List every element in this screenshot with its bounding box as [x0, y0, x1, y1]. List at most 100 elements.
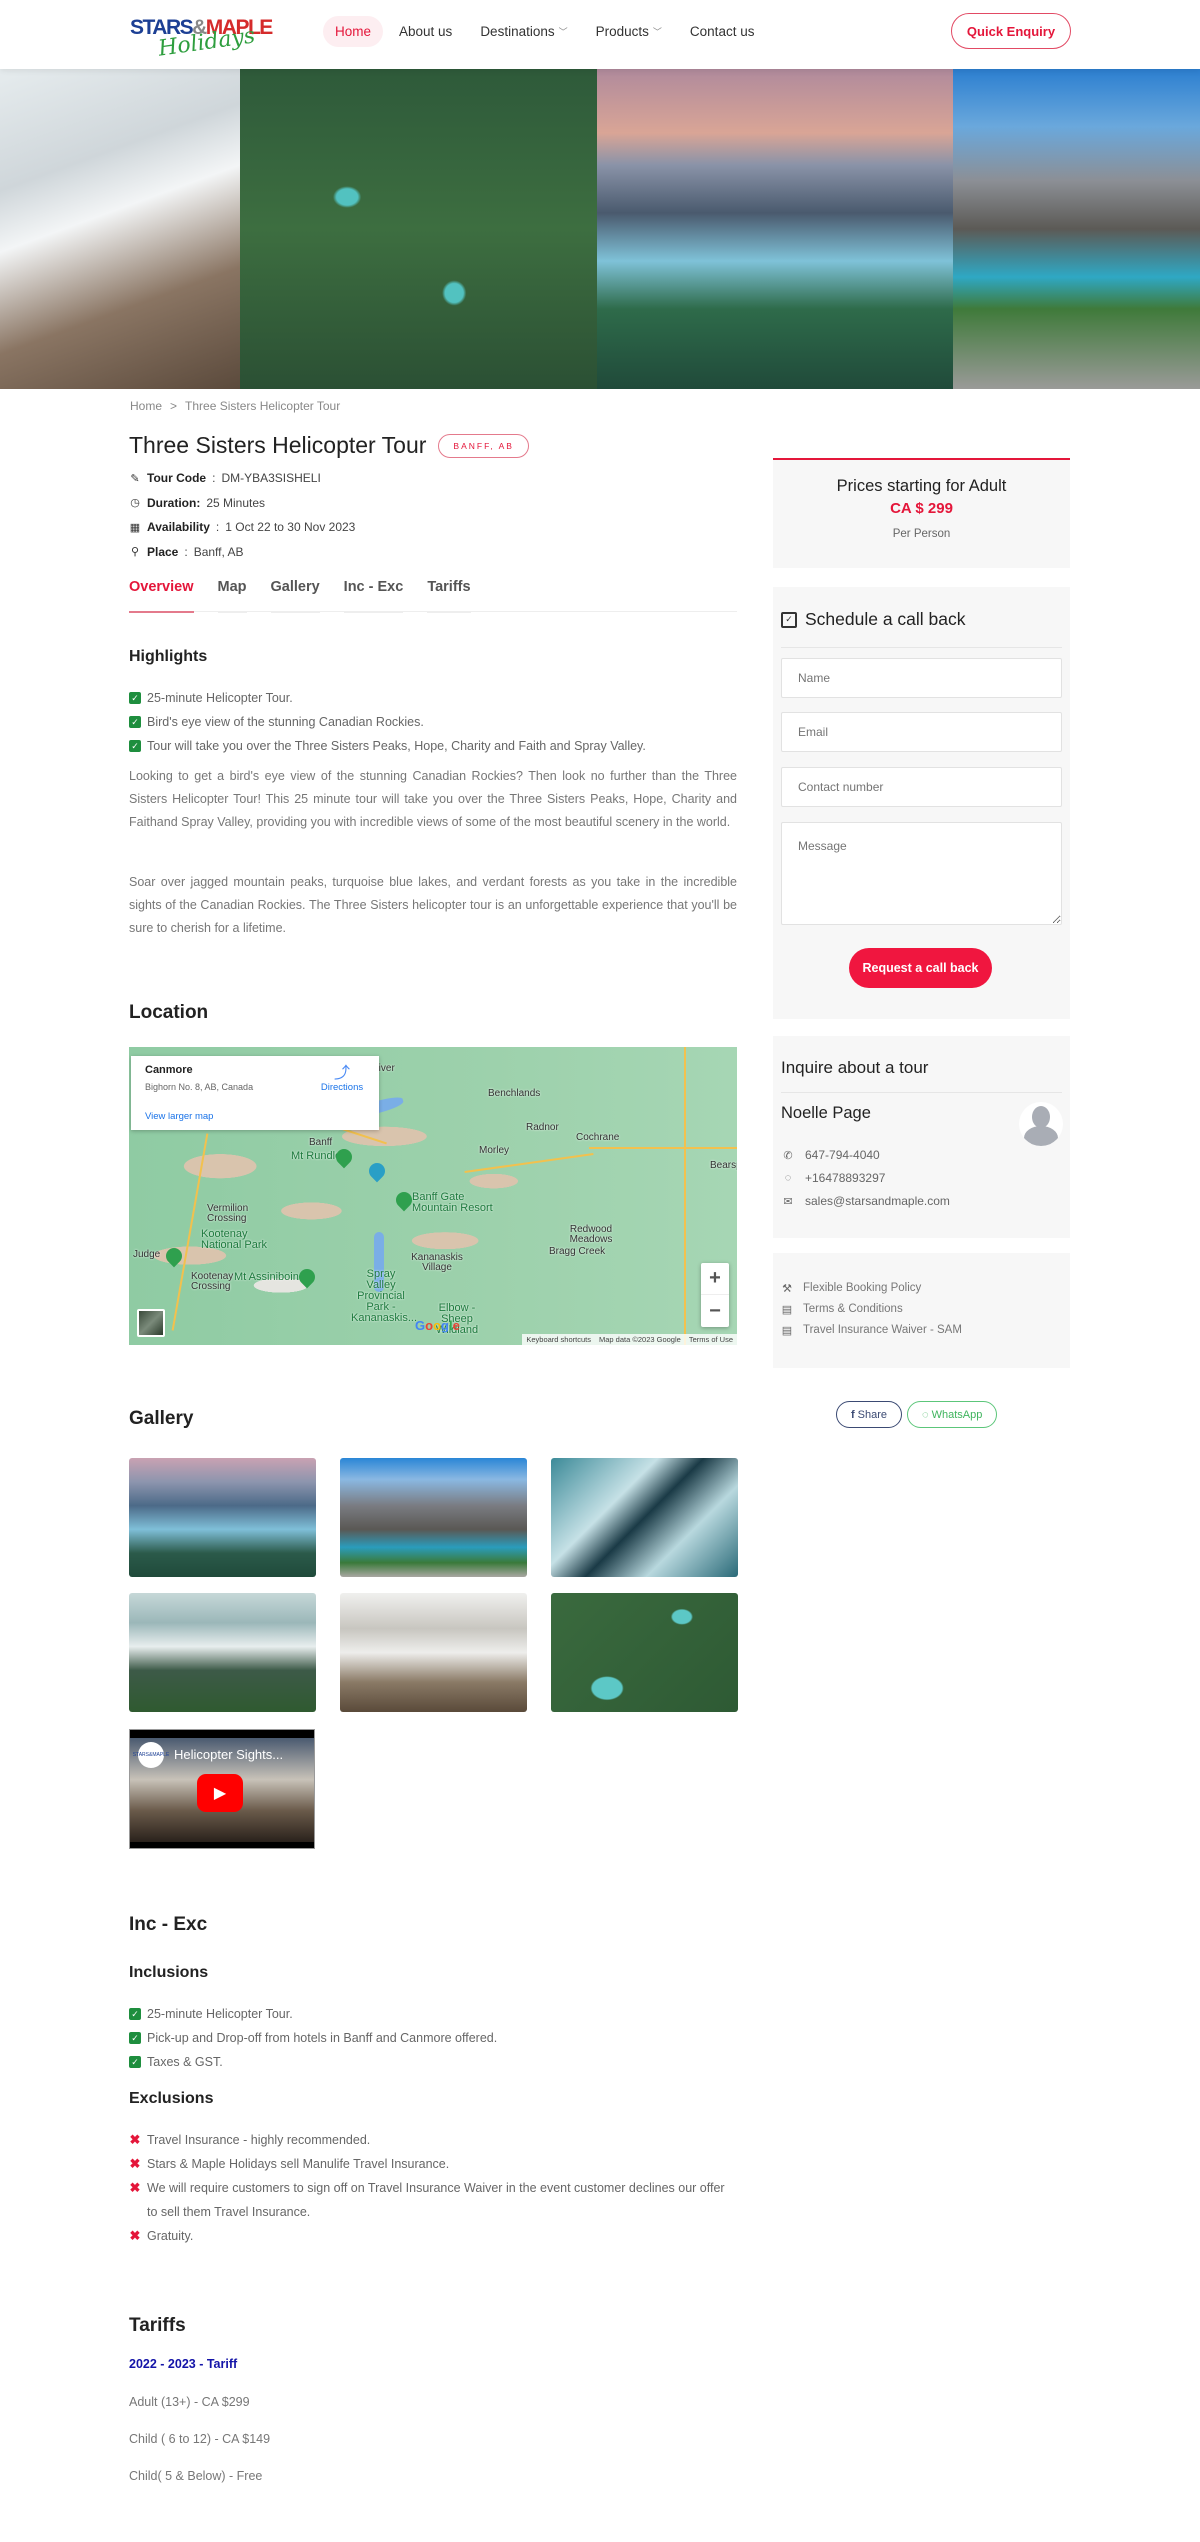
insurance-waiver-link[interactable]: ▤ Travel Insurance Waiver - SAM: [781, 1324, 962, 1337]
logo[interactable]: STARS&MAPLE Holidays: [130, 14, 280, 62]
satellite-toggle[interactable]: [137, 1309, 165, 1337]
list-item: ✓ Pick-up and Drop-off from hotels in Ban…: [129, 2026, 497, 2050]
terms-of-use-link[interactable]: Terms of Use: [689, 1335, 733, 1344]
envelope-icon: ✉: [783, 1195, 793, 1208]
quick-enquiry-button[interactable]: Quick Enquiry: [951, 13, 1071, 49]
cross-icon: ✖: [129, 2180, 141, 2195]
agent-email[interactable]: ✉ sales@starsandmaple.com: [781, 1194, 950, 1208]
tariff-row: Child( 5 & Below) - Free: [129, 2469, 263, 2483]
section-tabs: Overview Map Gallery Inc - Exc Tariffs: [129, 576, 737, 613]
video-embed[interactable]: STARS&MAPLE Helicopter Sights... ▶: [129, 1729, 315, 1849]
google-logo: Google: [415, 1318, 460, 1333]
gallery-image[interactable]: [340, 1458, 527, 1577]
gallery-heading: Gallery: [129, 1408, 194, 1429]
gallery-image[interactable]: [551, 1458, 738, 1577]
view-larger-map-link[interactable]: View larger map: [145, 1111, 213, 1122]
main-nav: Home About us Destinations ﹀ Products ﹀ Co…: [323, 16, 766, 47]
map-road: [589, 1147, 737, 1149]
highlights-list: ✓ 25-minute Helicopter Tour. ✓ Bird's eye …: [129, 686, 646, 758]
terms-conditions-link[interactable]: ▤ Terms & Conditions: [781, 1303, 903, 1316]
map-info-card: Canmore Bighorn No. 8, AB, Canada View l…: [131, 1056, 379, 1130]
tab-tariffs[interactable]: Tariffs: [427, 576, 471, 613]
map-place-name: Canmore: [145, 1064, 193, 1076]
breadcrumb-separator: >: [170, 399, 178, 413]
tab-map[interactable]: Map: [217, 576, 247, 613]
play-button[interactable]: ▶: [197, 1774, 243, 1812]
name-input[interactable]: [781, 658, 1062, 698]
nav-about-us[interactable]: About us: [387, 16, 464, 47]
gallery-image[interactable]: [129, 1593, 316, 1712]
price-title: Prices starting for Adult: [836, 477, 1007, 495]
map-zoom-controls: + −: [701, 1263, 729, 1327]
gallery-image[interactable]: [129, 1458, 316, 1577]
zoom-out-button[interactable]: −: [701, 1295, 729, 1327]
hero-banner: [0, 69, 1200, 389]
map-label: Bragg Creek: [549, 1246, 606, 1257]
hero-image-helicopter-peaks: [0, 69, 240, 389]
calendar-icon: ▦: [129, 521, 141, 534]
divider: [781, 647, 1062, 648]
price-unit: Per Person: [892, 528, 951, 540]
breadcrumb-home[interactable]: Home: [130, 399, 162, 413]
chevron-down-icon: ﹀: [558, 27, 568, 37]
facebook-share-button[interactable]: f Share: [836, 1401, 903, 1428]
check-icon: ✓: [129, 2008, 141, 2020]
agent-whatsapp[interactable]: ◌ +16478893297: [781, 1171, 886, 1185]
chevron-down-icon: ﹀: [652, 27, 662, 37]
tab-gallery[interactable]: Gallery: [270, 576, 320, 613]
cross-icon: ✖: [129, 2156, 141, 2171]
video-title[interactable]: Helicopter Sights...: [174, 1747, 283, 1762]
agent-phone[interactable]: ✆ 647-794-4040: [781, 1148, 879, 1162]
nav-contact-us[interactable]: Contact us: [678, 16, 767, 47]
zoom-in-button[interactable]: +: [701, 1263, 729, 1295]
whatsapp-icon: ◌: [784, 1172, 792, 1184]
check-icon: ✓: [129, 2032, 141, 2044]
gallery-grid: [129, 1458, 738, 1712]
gallery-image[interactable]: [551, 1593, 738, 1712]
cross-icon: ✖: [129, 2132, 141, 2147]
nav-destinations[interactable]: Destinations ﹀: [468, 16, 579, 47]
map-label: Kootenay National Park: [201, 1228, 268, 1251]
share-buttons: f Share ◌ WhatsApp: [836, 1401, 998, 1428]
contact-number-input[interactable]: [781, 767, 1062, 807]
channel-avatar[interactable]: STARS&MAPLE: [133, 1742, 169, 1768]
map-label: Cochrane: [576, 1132, 620, 1143]
title-row: Three Sisters Helicopter Tour BANFF, AB: [129, 432, 529, 459]
map-label: Redwood Meadows: [569, 1224, 613, 1245]
site-header: STARS&MAPLE Holidays Home About us Desti…: [0, 0, 1200, 69]
directions-button[interactable]: ⤴ Directions: [317, 1066, 367, 1094]
inquire-title: Inquire about a tour: [781, 1058, 929, 1077]
request-callback-button[interactable]: Request a call back: [849, 948, 992, 988]
message-textarea[interactable]: [781, 822, 1062, 925]
highlights-heading: Highlights: [129, 648, 208, 665]
map-label: Benchlands: [488, 1088, 541, 1099]
price-card: Prices starting for Adult CA $ 299 Per P…: [773, 458, 1070, 568]
nav-products[interactable]: Products ﹀: [584, 16, 674, 47]
map-label: Mt Rundle: [291, 1150, 342, 1162]
nav-home[interactable]: Home: [323, 16, 384, 47]
tab-overview[interactable]: Overview: [129, 576, 194, 613]
embedded-map[interactable]: Ghost River Benchlands Radnor Cochrane M…: [129, 1047, 737, 1345]
email-input[interactable]: [781, 712, 1062, 752]
list-item: ✓ 25-minute Helicopter Tour.: [129, 686, 646, 710]
document-icon: ▤: [781, 1304, 793, 1316]
list-item: ✖ Gratuity.: [129, 2224, 737, 2248]
flexible-booking-link[interactable]: ⚒ Flexible Booking Policy: [781, 1282, 921, 1295]
meta-duration: ◷ Duration: 25 Minutes: [130, 495, 266, 510]
map-road: [684, 1047, 686, 1345]
list-item: ✖ We will require customers to sign off o…: [129, 2176, 737, 2224]
map-label: Bearsp: [710, 1160, 737, 1171]
whatsapp-share-button[interactable]: ◌ WhatsApp: [907, 1401, 998, 1428]
gallery-image[interactable]: [340, 1593, 527, 1712]
avatar: [1019, 1102, 1063, 1146]
inclusions-list: ✓ 25-minute Helicopter Tour. ✓ Pick-up and…: [129, 2002, 497, 2074]
play-icon: ▶: [213, 1785, 227, 1802]
map-label: Morley: [479, 1145, 510, 1156]
overview-paragraph-1: Looking to get a bird's eye view of the …: [129, 769, 737, 829]
gavel-icon: ⚒: [782, 1283, 792, 1295]
tab-inc-exc[interactable]: Inc - Exc: [343, 576, 403, 613]
tariff-row: Adult (13+) - CA $299: [129, 2395, 250, 2409]
inquire-card: Inquire about a tour Noelle Page ✆ 647-79…: [773, 1036, 1070, 1238]
keyboard-shortcuts-link[interactable]: Keyboard shortcuts: [526, 1335, 591, 1344]
map-label: Mt Assiniboine: [234, 1271, 305, 1283]
